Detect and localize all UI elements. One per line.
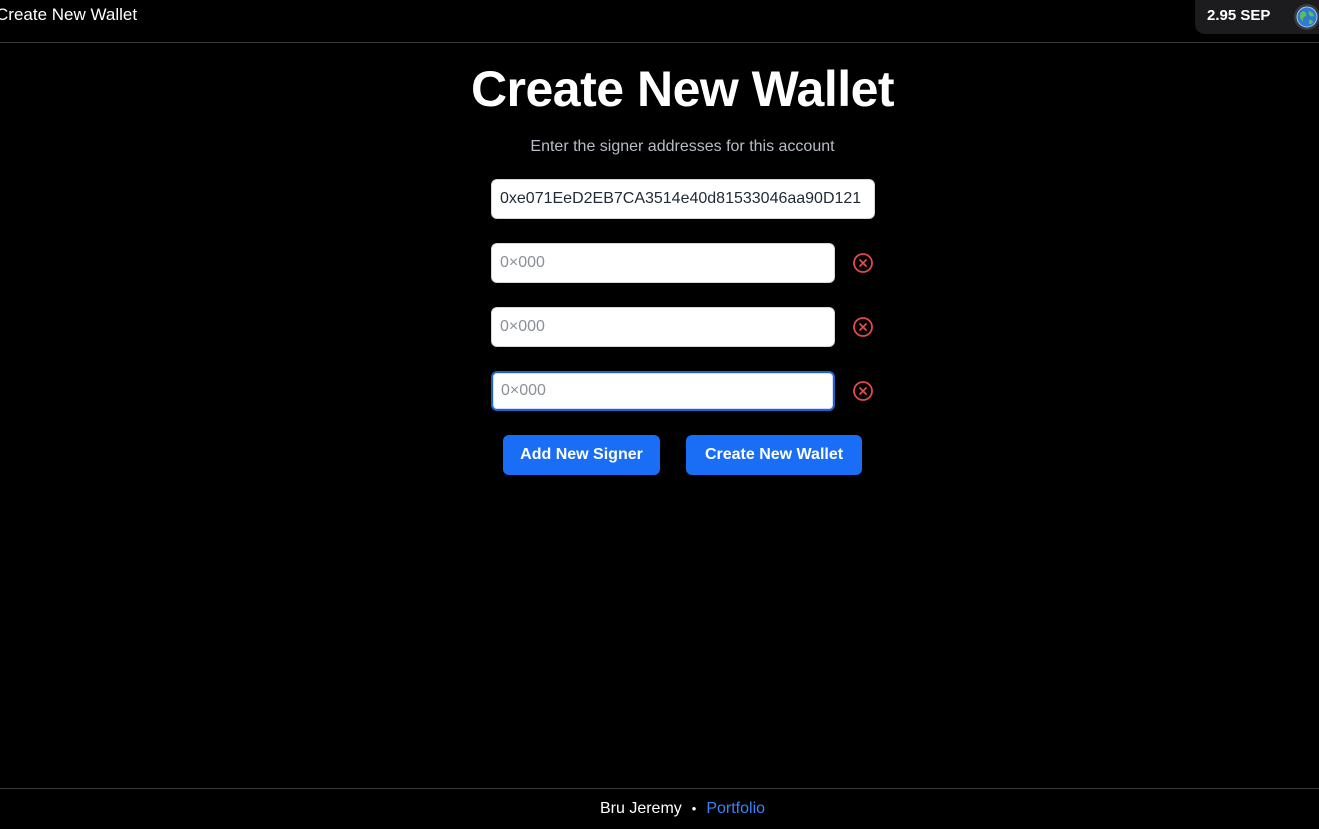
portfolio-link[interactable]: Portfolio — [706, 800, 765, 817]
top-bar: Create New Wallet 2.95 SEP — [0, 0, 1319, 43]
footer: Bru Jeremy • Portfolio — [0, 788, 1319, 829]
page: Create New Wallet 2.95 SEP Create New Wa… — [0, 0, 1319, 829]
signer-address-input-3[interactable] — [491, 307, 835, 347]
remove-signer-4-icon[interactable] — [852, 380, 874, 402]
page-title: Create New Wallet — [470, 61, 895, 117]
signer-address-input-4[interactable] — [491, 371, 835, 411]
balance-text: 2.95 SEP — [1207, 7, 1271, 24]
page-subtitle: Enter the signer addresses for this acco… — [530, 138, 835, 155]
header-title: Create New Wallet — [0, 5, 138, 24]
add-signer-button[interactable]: Add New Signer — [503, 435, 660, 475]
remove-signer-3-icon[interactable] — [852, 316, 874, 338]
footer-content: Bru Jeremy • Portfolio — [0, 800, 1319, 818]
footer-author-name: Bru Jeremy — [599, 800, 682, 817]
signer-address-input-2[interactable] — [491, 243, 835, 283]
wallet-balance-button[interactable]: 2.95 SEP — [1195, 0, 1319, 34]
footer-separator: • — [691, 801, 697, 816]
globe-icon[interactable] — [1294, 4, 1319, 30]
create-wallet-button[interactable]: Create New Wallet — [686, 435, 862, 475]
remove-signer-2-icon[interactable] — [852, 252, 874, 274]
signer-address-input-1[interactable] — [491, 179, 875, 219]
